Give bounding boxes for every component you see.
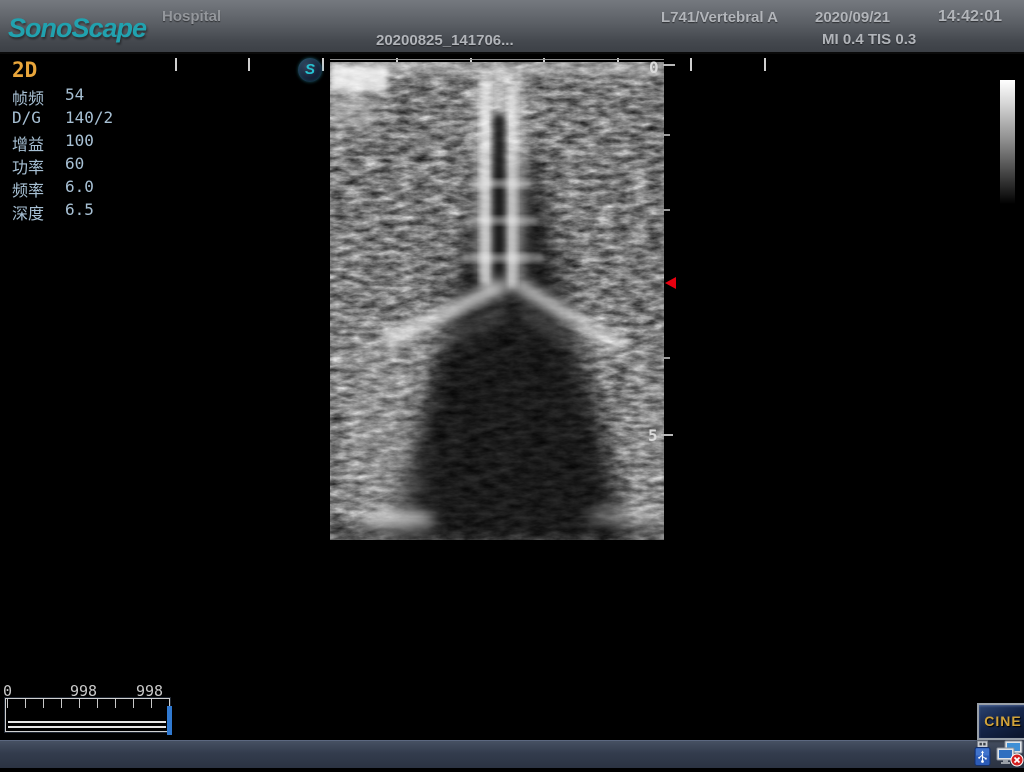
cine-button[interactable]: CINE <box>977 703 1024 740</box>
param-label: 深度 <box>12 200 44 224</box>
param-row-dg: D/G 140/2 <box>0 108 170 131</box>
param-row-frequency: 频率 6.0 <box>0 177 170 200</box>
usb-device-icon[interactable] <box>972 740 993 772</box>
system-time: 14:42:01 <box>938 8 1002 26</box>
param-value: 6.5 <box>65 200 94 219</box>
cine-position-marker[interactable] <box>167 706 172 735</box>
depth-tick <box>663 209 670 211</box>
ruler-baseline <box>330 59 664 60</box>
param-row-power: 功率 60 <box>0 154 170 177</box>
ruler-tick <box>248 58 250 71</box>
cine-scrubber-track[interactable] <box>5 698 170 732</box>
exam-file-name: 20200825_141706... <box>376 32 514 49</box>
param-row-depth: 深度 6.5 <box>0 200 170 223</box>
system-date: 2020/09/21 <box>815 9 890 26</box>
system-taskbar <box>0 740 1024 768</box>
param-label: 帧频 <box>12 85 44 109</box>
ruler-tick <box>175 58 177 71</box>
top-status-bar: SonoScape Hospital 20200825_141706... L7… <box>0 0 1024 54</box>
param-row-frame-rate: 帧频 54 <box>0 85 170 108</box>
probe-orientation-marker-icon: S <box>298 58 322 82</box>
depth-ruler-dash <box>661 434 673 436</box>
focus-position-marker-icon[interactable] <box>665 277 676 289</box>
grayscale-bar <box>1000 80 1015 204</box>
ultrasound-screen: SonoScape Hospital 20200825_141706... L7… <box>0 0 1024 768</box>
depth-ruler-bottom-label: 5 <box>648 426 658 445</box>
param-value: 6.0 <box>65 177 94 196</box>
ruler-tick <box>322 58 324 71</box>
param-value: 60 <box>65 154 84 173</box>
depth-tick <box>663 134 670 136</box>
imaging-mode-label: 2D <box>12 58 37 82</box>
param-label: 频率 <box>12 177 44 201</box>
param-label: 功率 <box>12 154 44 178</box>
param-value: 100 <box>65 131 94 150</box>
network-disconnected-icon[interactable] <box>996 740 1024 772</box>
depth-ruler-dash <box>663 64 675 66</box>
hospital-name: Hospital <box>162 8 221 25</box>
brand-logo: SonoScape <box>8 13 146 44</box>
param-label: 增益 <box>12 131 44 155</box>
probe-preset: L741/Vertebral A <box>661 9 778 26</box>
mi-tis-readout: MI 0.4 TIS 0.3 <box>822 31 916 48</box>
ruler-tick <box>690 58 692 71</box>
depth-ruler-top-label: 0 <box>649 58 659 77</box>
ultrasound-speckle <box>330 62 664 540</box>
ultrasound-b-mode-image <box>330 62 664 540</box>
ruler-tick <box>764 58 766 71</box>
depth-tick <box>663 357 670 359</box>
param-row-gain: 增益 100 <box>0 131 170 154</box>
param-label: D/G <box>12 108 41 127</box>
param-value: 140/2 <box>65 108 113 127</box>
cine-ruler-ticks <box>7 699 168 708</box>
cine-track-lines <box>8 721 166 728</box>
param-value: 54 <box>65 85 84 104</box>
